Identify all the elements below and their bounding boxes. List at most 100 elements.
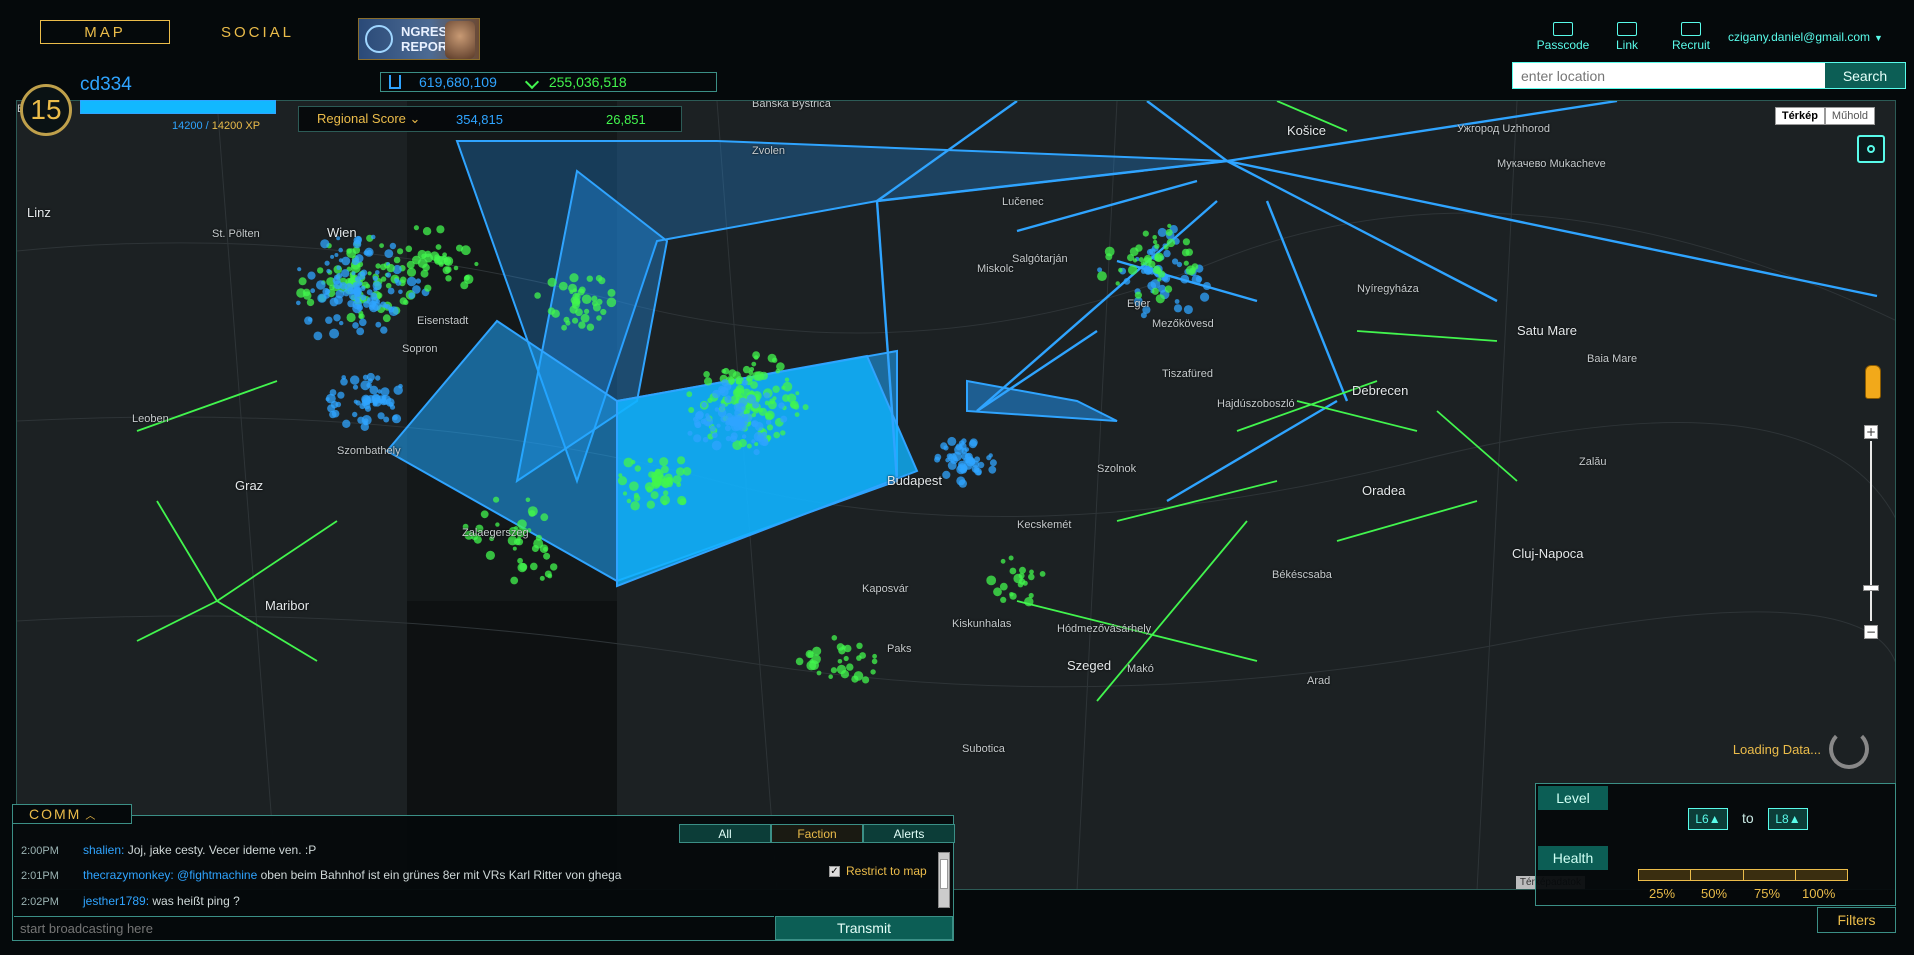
portal-marker[interactable] (528, 510, 536, 517)
portal-marker[interactable] (558, 281, 568, 291)
portal-marker[interactable] (1154, 252, 1164, 262)
portal-marker[interactable] (360, 285, 366, 291)
portal-marker[interactable] (947, 436, 957, 446)
portal-marker[interactable] (572, 317, 579, 324)
portal-marker[interactable] (316, 280, 326, 290)
portal-marker[interactable] (701, 401, 708, 408)
map-type-terkep[interactable]: Térkép (1774, 107, 1825, 125)
portal-marker[interactable] (323, 292, 330, 299)
transmit-button[interactable]: Transmit (775, 916, 953, 940)
portal-marker[interactable] (988, 453, 993, 458)
portal-marker[interactable] (794, 412, 800, 417)
portal-marker[interactable] (752, 371, 762, 381)
portal-marker[interactable] (851, 675, 859, 683)
portal-marker[interactable] (510, 576, 519, 585)
portal-marker[interactable] (359, 318, 367, 327)
portal-marker[interactable] (1143, 266, 1153, 275)
portal-marker[interactable] (517, 562, 527, 573)
portal-marker[interactable] (765, 412, 773, 421)
portal-marker[interactable] (393, 256, 401, 264)
portal-marker[interactable] (1165, 229, 1173, 236)
portal-marker[interactable] (398, 289, 403, 295)
portal-marker[interactable] (812, 646, 822, 656)
portal-marker[interactable] (751, 439, 756, 444)
portal-marker[interactable] (782, 381, 793, 392)
portal-marker[interactable] (753, 355, 759, 360)
portal-marker[interactable] (304, 316, 313, 325)
portal-marker[interactable] (517, 557, 523, 564)
portal-marker[interactable] (317, 267, 324, 274)
portal-marker[interactable] (728, 369, 737, 378)
portal-marker[interactable] (547, 573, 553, 579)
portal-marker[interactable] (329, 410, 337, 419)
portal-marker[interactable] (954, 444, 964, 455)
portal-marker[interactable] (831, 635, 838, 641)
portal-marker[interactable] (362, 374, 369, 380)
portal-marker[interactable] (646, 486, 653, 493)
portal-marker[interactable] (569, 273, 579, 283)
portal-marker[interactable] (751, 361, 757, 367)
search-button[interactable]: Search (1825, 63, 1905, 88)
portal-marker[interactable] (386, 263, 395, 273)
portal-marker[interactable] (1127, 265, 1138, 275)
portal-marker[interactable] (750, 381, 758, 389)
portal-marker[interactable] (725, 435, 732, 442)
portal-marker[interactable] (333, 280, 343, 290)
portal-marker[interactable] (700, 418, 707, 425)
portal-marker[interactable] (352, 411, 358, 418)
portal-marker[interactable] (436, 225, 445, 234)
portal-marker[interactable] (337, 391, 345, 399)
portal-marker[interactable] (355, 400, 361, 406)
portal-marker[interactable] (1164, 285, 1173, 293)
portal-marker[interactable] (512, 546, 517, 551)
portal-marker[interactable] (741, 379, 748, 386)
portal-marker[interactable] (551, 309, 560, 318)
portal-marker[interactable] (622, 491, 628, 496)
message-user[interactable]: thecrazymonkey: @fightmachine (83, 868, 257, 882)
portal-marker[interactable] (836, 664, 847, 675)
portal-marker[interactable] (626, 498, 632, 504)
portal-marker[interactable] (870, 669, 876, 675)
portal-marker[interactable] (543, 552, 551, 560)
portal-marker[interactable] (375, 270, 380, 275)
portal-marker[interactable] (766, 424, 774, 431)
portal-marker[interactable] (1009, 592, 1014, 597)
portal-marker[interactable] (372, 275, 379, 282)
portal-marker[interactable] (388, 306, 399, 317)
portal-marker[interactable] (1024, 597, 1034, 607)
portal-marker[interactable] (778, 402, 785, 409)
portal-marker[interactable] (753, 449, 760, 456)
portal-marker[interactable] (742, 434, 747, 439)
portal-marker[interactable] (578, 321, 586, 329)
portal-marker[interactable] (370, 234, 376, 240)
portal-marker[interactable] (623, 457, 634, 468)
portal-marker[interactable] (1158, 270, 1166, 278)
portal-marker[interactable] (412, 285, 421, 294)
portal-marker[interactable] (802, 404, 809, 411)
portal-marker[interactable] (767, 353, 777, 363)
portal-marker[interactable] (382, 314, 391, 323)
portal-marker[interactable] (366, 289, 373, 296)
locate-me-button[interactable] (1857, 135, 1885, 163)
portal-marker[interactable] (342, 419, 351, 428)
recruit-button[interactable]: Recruit (1664, 22, 1718, 52)
portal-marker[interactable] (329, 328, 340, 339)
portal-marker[interactable] (297, 267, 302, 272)
portal-marker[interactable] (445, 275, 452, 282)
portal-marker[interactable] (1182, 238, 1190, 246)
portal-marker[interactable] (846, 663, 854, 671)
portal-marker[interactable] (1185, 248, 1194, 256)
portal-marker[interactable] (1115, 281, 1120, 286)
portal-marker[interactable] (580, 313, 590, 323)
portal-marker[interactable] (373, 287, 378, 292)
portal-marker[interactable] (769, 398, 775, 405)
portal-marker[interactable] (856, 642, 863, 649)
portal-marker[interactable] (717, 408, 727, 418)
portal-marker[interactable] (989, 459, 997, 467)
portal-marker[interactable] (712, 389, 721, 399)
comm-tab-all[interactable]: All (679, 824, 771, 843)
portal-marker[interactable] (358, 313, 365, 320)
portal-marker[interactable] (816, 670, 822, 676)
portal-marker[interactable] (586, 323, 595, 331)
portal-marker[interactable] (533, 538, 544, 549)
